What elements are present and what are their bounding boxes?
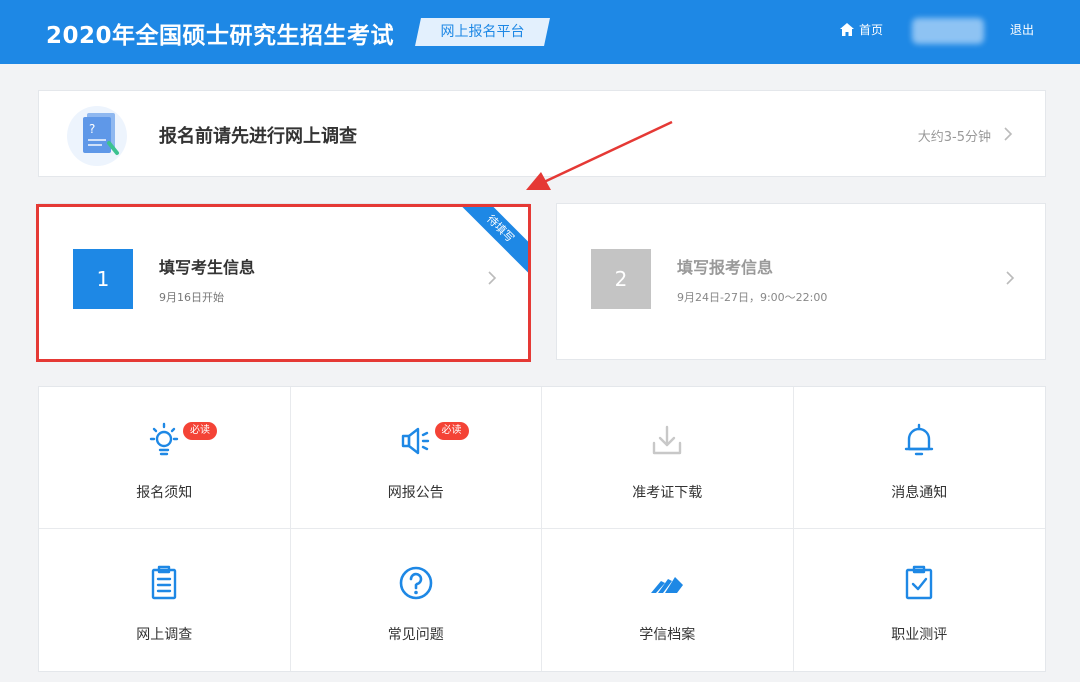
chevron-right-icon [1006, 271, 1015, 285]
survey-card[interactable]: ? 报名前请先进行网上调查 大约3-5分钟 [38, 90, 1046, 177]
home-link-label: 首页 [859, 23, 884, 37]
top-header: 2020年全国硕士研究生招生考试 网上报名平台 首页 退出 [0, 0, 1080, 64]
tile-admission-ticket-download[interactable]: 准考证下载 [542, 387, 794, 529]
tile-label: 网报公告 [387, 485, 444, 501]
step-number-badge: 1 [73, 249, 133, 309]
app-title: 2020年全国硕士研究生招生考试 [46, 23, 395, 49]
tile-career-assessment[interactable]: 职业测评 [794, 529, 1046, 671]
question-circle-icon [399, 566, 433, 600]
svg-text:?: ? [89, 122, 95, 136]
tile-notifications[interactable]: 消息通知 [793, 387, 1045, 529]
tile-label: 报名须知 [136, 485, 193, 501]
step-subtitle: 9月16日开始 [159, 291, 224, 304]
tile-announcements[interactable]: 必读 网报公告 [290, 387, 542, 529]
survey-document-icon: ? [67, 103, 131, 167]
must-read-badge: 必读 [183, 422, 217, 440]
tile-label: 网上调查 [136, 627, 193, 643]
archive-icon [651, 577, 684, 593]
clipboard-icon [152, 565, 177, 600]
logout-link[interactable]: 退出 [1010, 21, 1034, 38]
tile-label: 常见问题 [387, 627, 444, 643]
download-icon [653, 425, 682, 455]
platform-tag-label: 网上报名平台 [440, 24, 525, 40]
step-number-badge: 2 [591, 249, 651, 309]
tile-label: 学信档案 [639, 627, 696, 643]
pending-ribbon: 待填写 [453, 204, 529, 276]
tile-label: 准考证下载 [632, 485, 703, 501]
tile-chsi-archive[interactable]: 学信档案 [542, 529, 794, 671]
chevron-right-icon [1004, 127, 1013, 141]
step-title: 填写报考信息 [677, 258, 774, 277]
tile-label: 消息通知 [891, 485, 948, 501]
step-card-fill-candidate-info[interactable]: 1 填写考生信息 9月16日开始 待填写 [38, 203, 530, 360]
megaphone-icon [401, 427, 429, 455]
chevron-right-icon [488, 271, 497, 285]
tile-registration-notice[interactable]: 必读 报名须知 [39, 387, 291, 529]
tile-faq[interactable]: 常见问题 [291, 529, 542, 671]
user-name-redacted [912, 18, 984, 44]
home-link[interactable]: 首页 [840, 21, 883, 38]
step-subtitle: 9月24日-27日，9:00～22:00 [677, 291, 828, 304]
tile-label: 职业测评 [891, 627, 948, 643]
bell-icon [905, 423, 934, 456]
clipboard-check-icon [906, 565, 933, 600]
survey-title: 报名前请先进行网上调查 [159, 126, 357, 147]
tile-online-survey[interactable]: 网上调查 [39, 529, 291, 671]
platform-tag: 网上报名平台 [415, 18, 550, 46]
lightbulb-icon [150, 422, 179, 456]
step-title: 填写考生信息 [159, 258, 256, 277]
function-grid: 必读 报名须知 必读 网报公告 准考证下载 消息通知 网上调查 常见问题 学信档… [38, 386, 1046, 672]
must-read-badge: 必读 [434, 422, 469, 440]
survey-duration: 大约3-5分钟 [917, 130, 991, 145]
step-card-fill-application-info[interactable]: 2 填写报考信息 9月24日-27日，9:00～22:00 [556, 203, 1046, 360]
home-icon [840, 23, 854, 36]
